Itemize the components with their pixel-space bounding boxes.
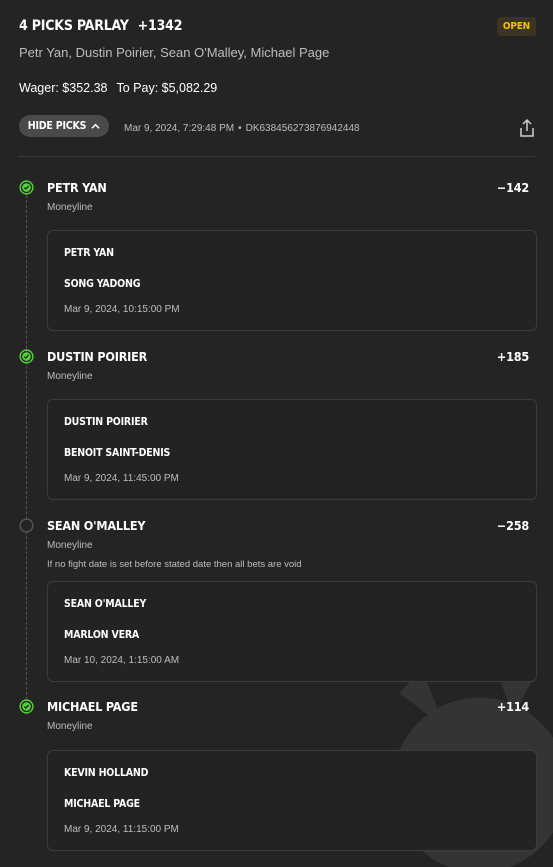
- event-card[interactable]: DUSTIN POIRIER BENOIT SAINT-DENIS Mar 9,…: [47, 399, 537, 500]
- event-date: Mar 9, 2024, 11:15:00 PM: [64, 824, 179, 835]
- check-circle-icon: [19, 349, 34, 364]
- parlay-card: 4 PICKS PARLAY +1342 OPEN Petr Yan, Dust…: [0, 0, 553, 867]
- leg-odds: −142: [496, 180, 529, 195]
- event-fighter-a: KEVIN HOLLAND: [64, 767, 149, 779]
- bet-meta: Mar 9, 2024, 7:29:48 PM • DK638456273876…: [124, 123, 360, 134]
- event-card[interactable]: PETR YAN SONG YADONG Mar 9, 2024, 10:15:…: [47, 230, 537, 331]
- event-fighter-a: PETR YAN: [64, 247, 114, 259]
- event-fighter-b: MARLON VERA: [64, 629, 140, 641]
- leg-selection: DUSTIN POIRIER: [47, 349, 148, 364]
- leg-market: Moneyline: [47, 371, 93, 382]
- hide-picks-label: HIDE PICKS: [27, 120, 87, 132]
- wager-amount: Wager: $352.38: [19, 81, 108, 95]
- leg-market: Moneyline: [47, 721, 93, 732]
- hide-picks-button[interactable]: HIDE PICKS: [19, 115, 109, 137]
- event-fighter-a: SEAN O'MALLEY: [64, 598, 147, 610]
- timeline-line: [26, 195, 27, 705]
- event-fighter-b: BENOIT SAINT-DENIS: [64, 447, 171, 459]
- parlay-title: 4 PICKS PARLAY: [19, 18, 129, 34]
- leg-market: Moneyline: [47, 540, 93, 551]
- divider: [18, 156, 535, 157]
- event-card[interactable]: SEAN O'MALLEY MARLON VERA Mar 10, 2024, …: [47, 581, 537, 682]
- event-date: Mar 9, 2024, 10:15:00 PM: [64, 304, 180, 315]
- pending-circle-icon: [19, 518, 34, 533]
- placed-timestamp: Mar 9, 2024, 7:29:48 PM: [124, 123, 235, 134]
- chevron-up-icon: [91, 123, 100, 129]
- leg-selection: SEAN O'MALLEY: [47, 518, 146, 533]
- event-fighter-b: SONG YADONG: [64, 278, 141, 290]
- wager-line: Wager: $352.38 To Pay: $5,082.29: [19, 81, 217, 95]
- leg-odds: +185: [496, 349, 529, 364]
- share-icon[interactable]: [518, 118, 536, 138]
- leg-rule-note: If no fight date is set before stated da…: [47, 559, 302, 570]
- event-fighter-b: MICHAEL PAGE: [64, 798, 140, 810]
- check-circle-icon: [19, 180, 34, 195]
- leg-odds: +114: [496, 699, 529, 714]
- status-badge: OPEN: [496, 17, 536, 36]
- check-circle-icon: [19, 699, 34, 714]
- to-pay-amount: To Pay: $5,082.29: [116, 81, 218, 95]
- leg-market: Moneyline: [47, 202, 93, 213]
- parlay-header: 4 PICKS PARLAY +1342: [19, 18, 182, 34]
- event-card[interactable]: KEVIN HOLLAND MICHAEL PAGE Mar 9, 2024, …: [47, 750, 537, 851]
- leg-odds: −258: [496, 518, 529, 533]
- event-date: Mar 10, 2024, 1:15:00 AM: [64, 655, 180, 666]
- leg-selection: PETR YAN: [47, 180, 107, 195]
- bet-id: DK638456273876942448: [245, 123, 360, 134]
- event-date: Mar 9, 2024, 11:45:00 PM: [64, 473, 179, 484]
- leg-selection: MICHAEL PAGE: [47, 699, 138, 714]
- parlay-odds: +1342: [137, 18, 183, 34]
- event-fighter-a: DUSTIN POIRIER: [64, 416, 148, 428]
- legs-summary: Petr Yan, Dustin Poirier, Sean O'Malley,…: [19, 45, 330, 60]
- meta-separator: •: [238, 123, 242, 134]
